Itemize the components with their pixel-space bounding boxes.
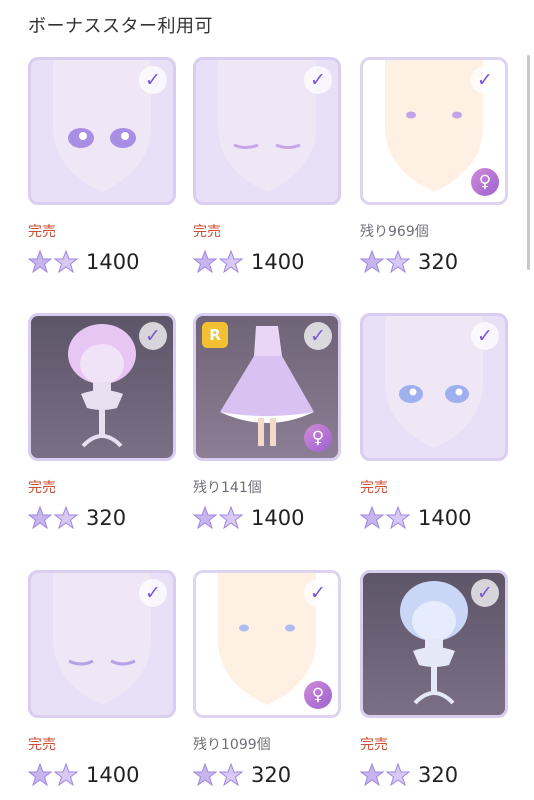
female-icon: ♀ bbox=[304, 424, 332, 452]
bonus-star-icon bbox=[28, 763, 52, 787]
item-thumbnail[interactable]: ✓ bbox=[193, 57, 341, 205]
check-icon: ✓ bbox=[139, 579, 167, 607]
bonus-star-icons bbox=[193, 763, 245, 787]
check-icon: ✓ bbox=[139, 322, 167, 350]
item-price: 1400 bbox=[251, 506, 305, 530]
item-card[interactable]: ✓ 完売 1400 bbox=[193, 57, 341, 275]
check-icon: ✓ bbox=[471, 66, 499, 94]
female-icon: ♀ bbox=[471, 168, 499, 196]
bonus-star-icon bbox=[193, 763, 217, 787]
bonus-star-icon bbox=[193, 506, 217, 530]
check-icon: ✓ bbox=[471, 579, 499, 607]
item-thumbnail[interactable]: ✓ ♀ bbox=[193, 570, 341, 718]
bonus-star-icon bbox=[360, 250, 384, 274]
item-status: 残り141個 bbox=[193, 480, 262, 496]
bonus-star-icon bbox=[54, 763, 78, 787]
check-icon: ✓ bbox=[139, 66, 167, 94]
check-icon: ✓ bbox=[304, 579, 332, 607]
item-status: 残り1099個 bbox=[193, 737, 271, 753]
item-price: 320 bbox=[418, 763, 459, 787]
item-thumbnail[interactable]: ✓ ♀ bbox=[360, 57, 508, 205]
price-row: 320 bbox=[360, 762, 508, 788]
item-thumbnail[interactable]: ✓ bbox=[360, 570, 508, 718]
bonus-star-icons bbox=[360, 506, 412, 530]
price-row: 1400 bbox=[28, 762, 176, 788]
price-row: 320 bbox=[360, 249, 508, 275]
price-row: 1400 bbox=[360, 505, 508, 531]
scrollbar[interactable] bbox=[527, 55, 530, 270]
item-card[interactable]: R ✓ ♀ 残り141個 1400 bbox=[193, 313, 341, 531]
item-status: 完売 bbox=[28, 737, 56, 753]
female-icon: ♀ bbox=[304, 681, 332, 709]
item-status: 完売 bbox=[360, 737, 388, 753]
check-icon: ✓ bbox=[471, 322, 499, 350]
item-price: 1400 bbox=[251, 250, 305, 274]
item-thumbnail[interactable]: ✓ bbox=[28, 570, 176, 718]
bonus-star-icon bbox=[54, 250, 78, 274]
bonus-star-icons bbox=[28, 506, 80, 530]
bonus-star-icon bbox=[360, 506, 384, 530]
item-status: 完売 bbox=[360, 480, 388, 496]
item-price: 1400 bbox=[86, 250, 140, 274]
item-status: 完売 bbox=[193, 224, 221, 240]
bonus-star-icon bbox=[386, 763, 410, 787]
bonus-star-icon bbox=[219, 506, 243, 530]
item-price: 320 bbox=[86, 506, 127, 530]
bonus-star-icon bbox=[219, 763, 243, 787]
item-thumbnail[interactable]: R ✓ ♀ bbox=[193, 313, 341, 461]
bonus-star-icon bbox=[28, 250, 52, 274]
item-status: 完売 bbox=[28, 480, 56, 496]
bonus-star-icon bbox=[54, 506, 78, 530]
price-row: 320 bbox=[193, 762, 341, 788]
bonus-star-icons bbox=[193, 250, 245, 274]
bonus-star-icon bbox=[219, 250, 243, 274]
item-thumbnail[interactable]: ✓ bbox=[360, 313, 508, 461]
item-card[interactable]: ✓ 完売 1400 bbox=[360, 313, 508, 531]
item-price: 1400 bbox=[86, 763, 140, 787]
rarity-badge: R bbox=[202, 322, 228, 348]
item-card[interactable]: ✓ 完売 1400 bbox=[28, 57, 176, 275]
item-status: 完売 bbox=[28, 224, 56, 240]
page-title: ボーナススター利用可 bbox=[28, 16, 213, 37]
bonus-star-icons bbox=[28, 250, 80, 274]
item-thumbnail[interactable]: ✓ bbox=[28, 313, 176, 461]
item-price: 1400 bbox=[418, 506, 472, 530]
item-card[interactable]: ✓ 完売 1400 bbox=[28, 570, 176, 788]
bonus-star-icons bbox=[193, 506, 245, 530]
price-row: 1400 bbox=[28, 249, 176, 275]
item-price: 320 bbox=[418, 250, 459, 274]
item-card[interactable]: ✓ ♀ 残り1099個 320 bbox=[193, 570, 341, 788]
item-thumbnail[interactable]: ✓ bbox=[28, 57, 176, 205]
bonus-star-icon bbox=[386, 506, 410, 530]
bonus-star-icons bbox=[360, 763, 412, 787]
check-icon: ✓ bbox=[304, 322, 332, 350]
bonus-star-icons bbox=[28, 763, 80, 787]
item-card[interactable]: ✓ ♀ 残り969個 320 bbox=[360, 57, 508, 275]
bonus-star-icon bbox=[360, 763, 384, 787]
bonus-star-icon bbox=[28, 506, 52, 530]
item-status: 残り969個 bbox=[360, 224, 429, 240]
price-row: 320 bbox=[28, 505, 176, 531]
item-card[interactable]: ✓ 完売 320 bbox=[28, 313, 176, 531]
check-icon: ✓ bbox=[304, 66, 332, 94]
bonus-star-icon bbox=[193, 250, 217, 274]
price-row: 1400 bbox=[193, 505, 341, 531]
bonus-star-icons bbox=[360, 250, 412, 274]
price-row: 1400 bbox=[193, 249, 341, 275]
bonus-star-icon bbox=[386, 250, 410, 274]
item-card[interactable]: ✓ 完売 320 bbox=[360, 570, 508, 788]
item-price: 320 bbox=[251, 763, 292, 787]
